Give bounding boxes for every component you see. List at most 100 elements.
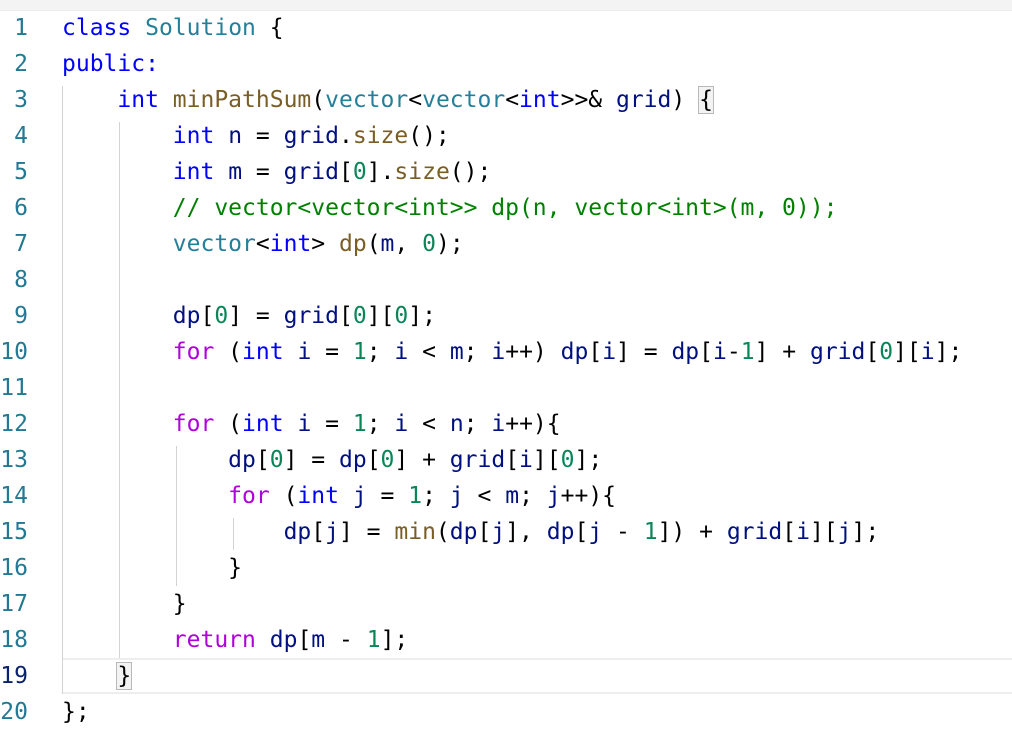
- code-token: min: [394, 519, 436, 545]
- code-token: int: [519, 87, 561, 113]
- code-area[interactable]: class Solution {public: int minPathSum(v…: [0, 10, 1012, 735]
- code-token: ];: [408, 303, 436, 329]
- code-line[interactable]: class Solution {: [62, 10, 284, 46]
- matched-bracket: }: [116, 662, 133, 690]
- code-token: 1: [352, 411, 367, 437]
- code-token: dp: [671, 339, 700, 365]
- code-token: [: [699, 339, 713, 365]
- code-line[interactable]: dp[0] = grid[0][0];: [62, 298, 436, 334]
- code-token: }: [62, 555, 243, 581]
- code-line[interactable]: vector<int> dp(m, 0);: [62, 226, 464, 262]
- code-token: ;: [463, 411, 492, 437]
- code-line[interactable]: };: [62, 694, 90, 730]
- code-line[interactable]: dp[j] = min(dp[j], dp[j - 1]) + grid[i][…: [62, 514, 880, 550]
- code-token: };: [62, 699, 90, 725]
- code-token: vector: [172, 231, 256, 257]
- code-token: [: [477, 519, 492, 545]
- code-token: grid: [283, 303, 339, 329]
- code-token: .: [338, 123, 353, 149]
- code-token: n: [228, 123, 243, 149]
- code-token: j: [546, 483, 561, 509]
- code-token: n: [449, 411, 464, 437]
- code-token: 0: [879, 339, 894, 365]
- code-token: 0: [352, 303, 367, 329]
- code-token: public:: [62, 51, 159, 77]
- code-token: j: [837, 519, 852, 545]
- code-line[interactable]: }: [62, 658, 133, 694]
- code-line[interactable]: int minPathSum(vector<vector<int>>& grid…: [62, 82, 714, 118]
- code-token: 1: [740, 339, 755, 365]
- code-token: -: [602, 519, 644, 545]
- code-token: ];: [380, 627, 409, 653]
- code-line[interactable]: for (int j = 1; j < m; j++){: [62, 478, 616, 514]
- code-line[interactable]: public:: [62, 46, 159, 82]
- code-token: );: [435, 231, 464, 257]
- code-token: ();: [408, 123, 450, 149]
- code-line[interactable]: return dp[m - 1];: [62, 622, 408, 658]
- code-token: [: [255, 447, 270, 473]
- code-line[interactable]: for (int i = 1; i < m; i++) dp[i] = dp[i…: [62, 334, 963, 370]
- code-token: dp: [283, 519, 312, 545]
- code-token: i: [602, 339, 617, 365]
- code-token: ]) +: [657, 519, 727, 545]
- code-token: j: [325, 519, 339, 545]
- code-token: {: [255, 15, 284, 41]
- code-line[interactable]: int m = grid[0].size();: [62, 154, 492, 190]
- code-token: grid: [615, 87, 672, 113]
- code-line[interactable]: // vector<vector<int>> dp(n, vector<int>…: [62, 190, 838, 226]
- code-token: ];: [934, 339, 963, 365]
- code-token: i: [394, 339, 409, 365]
- code-token: 0: [380, 447, 395, 473]
- code-token: [: [782, 519, 797, 545]
- code-line[interactable]: }: [62, 550, 242, 586]
- code-token: (: [435, 519, 450, 545]
- code-line[interactable]: for (int i = 1; i < n; i++){: [62, 406, 561, 442]
- code-token: minPathSum: [172, 87, 312, 113]
- code-token: dp: [338, 231, 367, 257]
- code-token: ();: [449, 159, 492, 185]
- code-token: dp: [546, 519, 575, 545]
- code-token: ] +: [394, 447, 450, 473]
- code-token: [: [200, 303, 215, 329]
- code-token: [: [588, 339, 603, 365]
- code-token: 1: [352, 339, 367, 365]
- code-token: ;: [366, 411, 395, 437]
- code-token: vector: [422, 87, 506, 113]
- code-token: 0: [394, 303, 409, 329]
- code-token: dp: [449, 519, 478, 545]
- code-token: j: [449, 483, 464, 509]
- code-token: =: [242, 123, 284, 149]
- code-line[interactable]: }: [62, 586, 187, 622]
- code-token: (: [214, 411, 243, 437]
- code-token: dp: [269, 627, 298, 653]
- code-token: return: [172, 627, 256, 653]
- code-token: int: [242, 339, 284, 365]
- code-token: 0: [269, 447, 284, 473]
- code-editor[interactable]: 1 2 3 4 5 6 7 8 9 10 11 12 13 14 15 16 17 18 19 20 class So…: [0, 0, 1012, 735]
- code-token: dp: [560, 339, 589, 365]
- code-token: ;: [422, 483, 450, 509]
- code-token: ] =: [283, 447, 339, 473]
- code-line[interactable]: int n = grid.size();: [62, 118, 450, 154]
- code-token: ] =: [228, 303, 284, 329]
- code-token: (: [214, 339, 243, 365]
- code-token: i: [796, 519, 810, 545]
- code-token: }: [62, 591, 187, 617]
- matched-bracket: {: [698, 86, 714, 114]
- code-token: m: [380, 231, 395, 257]
- code-token: ): [671, 87, 700, 113]
- code-token: int: [117, 87, 159, 113]
- code-token: 1: [408, 483, 423, 509]
- code-token: [: [574, 519, 589, 545]
- code-line[interactable]: dp[0] = dp[0] + grid[i][0];: [62, 442, 602, 478]
- code-token: ++){: [505, 411, 561, 437]
- code-token: ] =: [338, 519, 395, 545]
